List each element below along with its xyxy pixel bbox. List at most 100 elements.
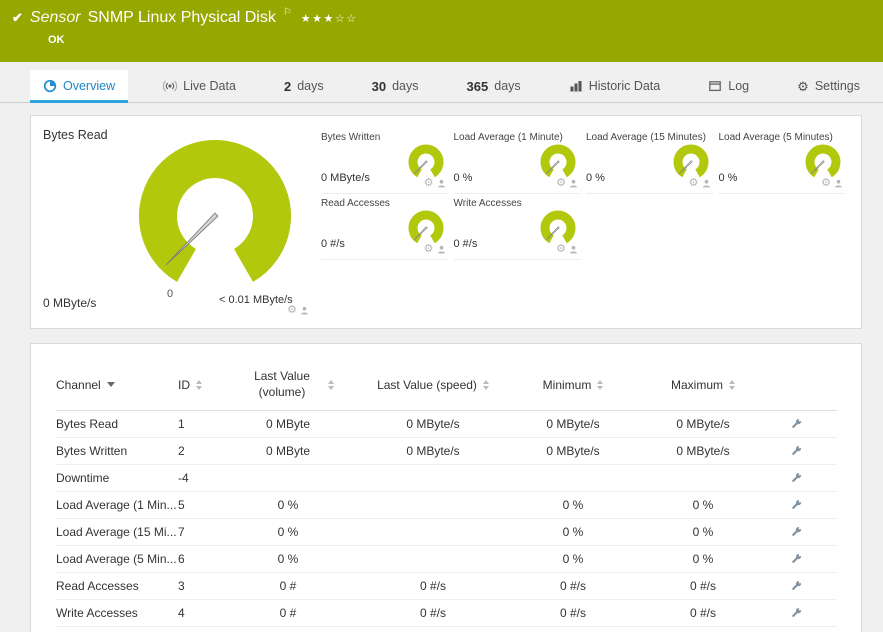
wrench-icon[interactable] xyxy=(789,417,803,431)
tab-label: Live Data xyxy=(183,79,236,93)
gauge-dial xyxy=(805,144,841,178)
cell-last-value-volume: 0 MByte xyxy=(265,417,310,432)
priority-stars[interactable]: ★★★☆☆ xyxy=(301,12,358,25)
table-row[interactable]: Load Average (15 Mi... 7 0 % 0 % 0 % xyxy=(56,519,837,547)
tab-bar: Overview Live Data 2 days 30 days 365 da… xyxy=(0,70,883,103)
tab-log[interactable]: Log xyxy=(695,70,762,102)
wrench-icon[interactable] xyxy=(789,444,803,458)
gauge-scale-min: 0 xyxy=(167,288,174,300)
gauge-dial xyxy=(540,210,576,244)
tab-unit: days xyxy=(494,79,521,93)
person-icon[interactable] xyxy=(569,245,578,254)
person-icon[interactable] xyxy=(569,179,578,188)
column-label: Last Value (volume) xyxy=(254,369,310,399)
gear-icon[interactable]: ⚙ xyxy=(556,244,566,255)
tab-unit: days xyxy=(297,79,324,93)
tab-overview[interactable]: Overview xyxy=(30,70,129,103)
cell-last-value-volume: 0 MByte xyxy=(265,444,310,459)
gear-icon[interactable]: ⚙ xyxy=(287,305,297,316)
gauge-current-value: 0 % xyxy=(453,172,473,184)
person-icon[interactable] xyxy=(437,245,446,254)
gauge-current-value: 0 MByte/s xyxy=(43,296,97,310)
cell-minimum: 0 #/s xyxy=(559,579,586,594)
table-row[interactable]: Load Average (5 Min... 6 0 % 0 % 0 % xyxy=(56,546,837,574)
gauge-actions: ⚙ xyxy=(821,178,843,189)
gauge-actions: ⚙ xyxy=(689,178,711,189)
gauge-dial xyxy=(408,144,443,178)
cell-last-value-volume: 0 # xyxy=(279,606,297,621)
tab-historic-data[interactable]: Historic Data xyxy=(556,70,674,102)
gauge-actions: ⚙ xyxy=(287,305,309,316)
channels-table-panel: Channel ID Last Value (volume) Last Valu… xyxy=(30,343,862,632)
gauge-dial xyxy=(139,140,291,282)
object-kind-label: Sensor xyxy=(29,9,81,26)
gauges-panel: Bytes Read 0 MByte/s 0 < 0.01 MByte/s ⚙ … xyxy=(30,115,862,329)
table-row[interactable]: Downtime -4 xyxy=(56,465,837,493)
overview-icon xyxy=(43,79,57,93)
column-header-channel[interactable]: Channel xyxy=(56,378,178,392)
mini-gauge-load-average-5-minutes: Load Average (5 Minutes) 0 % ⚙ xyxy=(718,128,845,194)
tab-label: Historic Data xyxy=(588,79,661,93)
gear-icon[interactable]: ⚙ xyxy=(424,244,434,255)
main-gauge-bytes-read: Bytes Read 0 MByte/s 0 < 0.01 MByte/s ⚙ xyxy=(43,128,315,316)
sort-icon xyxy=(328,379,334,390)
gauge-current-value: 0 % xyxy=(586,172,605,184)
cell-last-value-volume: 0 # xyxy=(279,579,297,594)
wrench-icon[interactable] xyxy=(789,552,803,566)
status-badge: OK xyxy=(48,34,65,46)
wrench-icon[interactable] xyxy=(789,606,803,620)
mini-gauge-read-accesses: Read Accesses 0 #/s ⚙ xyxy=(321,194,448,260)
gear-icon[interactable]: ⚙ xyxy=(556,178,566,189)
person-icon[interactable] xyxy=(300,306,309,315)
column-header-maximum[interactable]: Maximum xyxy=(638,378,768,392)
tab-live-data[interactable]: Live Data xyxy=(150,70,249,102)
cell-maximum: 0 MByte/s xyxy=(676,417,730,432)
cell-minimum: 0 % xyxy=(562,498,584,513)
gauge-dial xyxy=(673,144,708,178)
wrench-icon[interactable] xyxy=(789,498,803,512)
sensor-header: ✔ Sensor SNMP Linux Physical Disk ⚐ ★★★☆… xyxy=(0,0,883,62)
column-header-id[interactable]: ID xyxy=(178,378,218,392)
tab-30-days[interactable]: 30 days xyxy=(359,70,432,102)
person-icon[interactable] xyxy=(702,179,711,188)
historic-data-icon xyxy=(570,81,582,92)
wrench-icon[interactable] xyxy=(789,525,803,539)
tab-settings[interactable]: ⚙ Settings xyxy=(784,70,873,102)
column-header-minimum[interactable]: Minimum xyxy=(508,378,638,392)
log-icon xyxy=(709,81,722,92)
column-header-last-value-volume[interactable]: Last Value (volume) xyxy=(218,369,358,400)
gear-icon[interactable]: ⚙ xyxy=(424,178,434,189)
table-row[interactable]: Write Accesses 4 0 # 0 #/s 0 #/s 0 #/s xyxy=(56,600,837,628)
tab-number: 30 xyxy=(371,78,387,94)
column-header-last-value-speed[interactable]: Last Value (speed) xyxy=(358,378,508,392)
gauge-current-value: 0 % xyxy=(718,172,738,184)
gauge-current-value: 0 #/s xyxy=(453,238,478,250)
tab-365-days[interactable]: 365 days xyxy=(454,70,534,102)
cell-last-value-speed: 0 #/s xyxy=(419,579,446,594)
wrench-icon[interactable] xyxy=(789,579,803,593)
gear-icon[interactable]: ⚙ xyxy=(821,178,831,189)
tab-2-days[interactable]: 2 days xyxy=(271,70,337,102)
table-row[interactable]: Bytes Written 2 0 MByte 0 MByte/s 0 MByt… xyxy=(56,438,837,466)
cell-id: 3 xyxy=(178,579,185,594)
column-label: Channel xyxy=(56,377,101,392)
table-row[interactable]: Load Average (1 Min... 5 0 % 0 % 0 % xyxy=(56,492,837,520)
mini-gauge-load-average-15-minutes: Load Average (15 Minutes) 0 % ⚙ xyxy=(586,128,713,194)
gear-icon[interactable]: ⚙ xyxy=(689,178,699,189)
person-icon[interactable] xyxy=(437,179,446,188)
mini-gauge-load-average-1-minute: Load Average (1 Minute) 0 % ⚙ xyxy=(453,128,580,194)
mini-gauge-bytes-written: Bytes Written 0 MByte/s ⚙ xyxy=(321,128,448,194)
flag-icon[interactable]: ⚐ xyxy=(283,7,292,18)
wrench-icon[interactable] xyxy=(789,471,803,485)
table-row[interactable]: Bytes Read 1 0 MByte 0 MByte/s 0 MByte/s… xyxy=(56,411,837,439)
gauge-actions: ⚙ xyxy=(556,178,578,189)
cell-channel: Load Average (15 Mi... xyxy=(56,525,177,540)
person-icon[interactable] xyxy=(834,179,843,188)
sort-icon xyxy=(729,379,735,390)
cell-id: 7 xyxy=(178,525,185,540)
cell-minimum: 0 #/s xyxy=(559,606,586,621)
sort-icon xyxy=(196,379,202,390)
cell-maximum: 0 #/s xyxy=(689,606,716,621)
table-row[interactable]: Read Accesses 3 0 # 0 #/s 0 #/s 0 #/s xyxy=(56,573,837,601)
tab-label: Settings xyxy=(814,79,860,93)
